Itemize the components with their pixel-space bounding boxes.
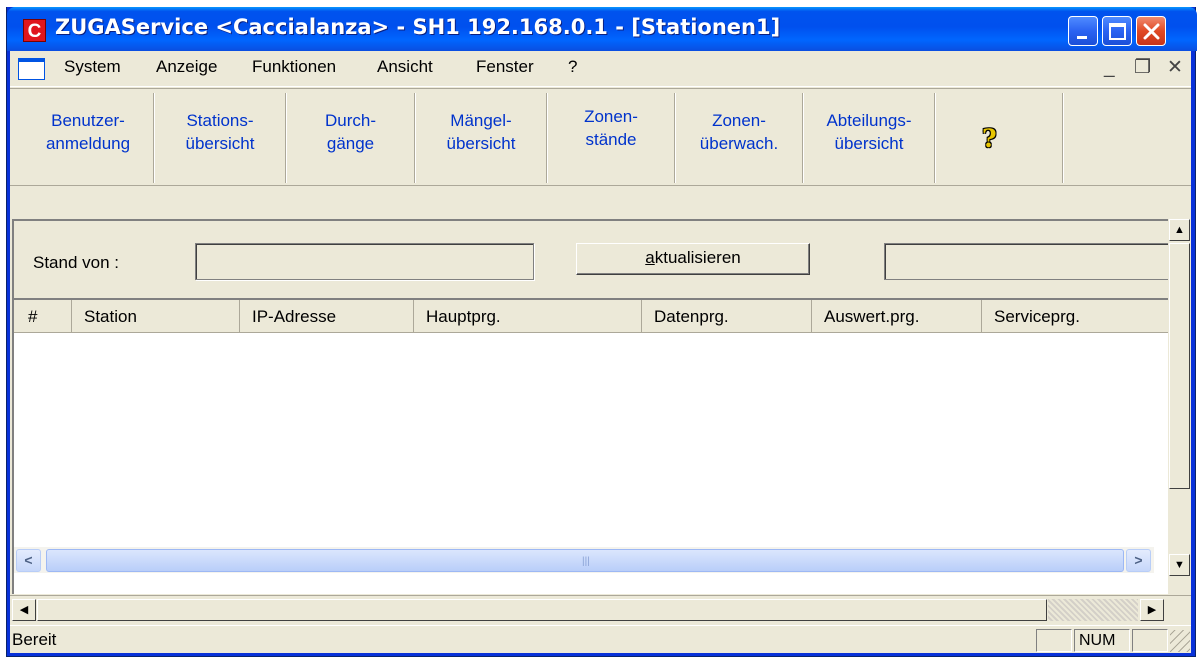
horizontal-scroll-thumb[interactable] [37,599,1047,621]
toolbar-separator [285,93,287,183]
table-header: # Station IP-Adresse Hauptprg. Datenprg.… [14,300,1169,333]
mdi-minimize-icon[interactable]: _ [1104,56,1115,80]
maximize-button[interactable] [1102,16,1132,46]
status-pane-caps [1036,629,1072,652]
status-pane-num: NUM [1074,629,1130,652]
toolbar-stationsuebersicht-button[interactable]: Stations- übersicht [156,97,284,179]
column-header-ip[interactable]: IP-Adresse [240,300,414,333]
status-bar: Bereit NUM [10,625,1191,653]
scroll-left-arrow-icon[interactable]: ◀ [12,599,36,621]
toolbar-button-label: überwach. [699,134,779,153]
close-button[interactable] [1136,16,1166,46]
toolbar-button-label: Zonen- [584,107,638,126]
status-text: Bereit [12,630,57,649]
toolbar-button-label: anmeldung [45,134,131,153]
toolbar-button-label: Zonen- [712,111,766,130]
toolbar-separator [674,93,676,183]
toolbar-durchgaenge-button[interactable]: Durch- gänge [288,97,413,179]
status-field [884,243,1169,280]
maximize-icon [1109,23,1126,40]
minimize-icon [1077,36,1087,39]
column-header-station[interactable]: Station [72,300,240,333]
vertical-scrollbar[interactable]: ▲ ▼ [1168,219,1191,617]
menu-fenster[interactable]: Fenster [476,57,534,77]
column-header-hauptprg[interactable]: Hauptprg. [414,300,642,333]
toolbar-button-label: Stations- [186,111,254,130]
close-icon [1143,23,1160,40]
scroll-right-icon[interactable]: > [1126,549,1151,572]
table-horizontal-scrollbar[interactable]: < ||| > [14,546,1154,573]
horizontal-scrollbar[interactable]: ◀ ▶ [10,595,1191,623]
toolbar-benutzeranmeldung-button[interactable]: Benutzer- anmeldung [24,97,152,179]
toolbar-separator [1062,93,1064,183]
document-icon[interactable] [18,58,45,80]
toolbar-button-label: Abteilungs- [826,111,912,130]
toolbar-button-label: gänge [326,134,375,153]
menu-bar: System Anzeige Funktionen Ansicht Fenste… [10,51,1191,87]
stations-table[interactable]: # Station IP-Adresse Hauptprg. Datenprg.… [14,298,1169,594]
toolbar-button-label: Durch- [324,111,376,130]
toolbar-separator [934,93,936,183]
aktualisieren-button[interactable]: aktualisieren [576,243,810,275]
stand-von-field [195,243,534,280]
scroll-up-icon[interactable]: ▲ [1169,219,1190,241]
app-window: C ZUGAService <Caccialanza> - SH1 192.16… [6,7,1197,657]
menu-funktionen[interactable]: Funktionen [252,57,336,77]
toolbar-zonenueberwachung-button[interactable]: Zonen- überwach. [677,97,801,179]
toolbar-button-label: Benutzer- [51,111,125,130]
toolbar-separator [153,93,155,183]
toolbar-button-label: übersicht [834,134,904,153]
column-header-number[interactable]: # [14,300,72,333]
vertical-scroll-thumb[interactable] [1169,243,1190,489]
window-title: ZUGAService <Caccialanza> - SH1 192.168.… [55,15,781,39]
title-bar[interactable]: C ZUGAService <Caccialanza> - SH1 192.16… [7,7,1197,51]
mdi-restore-icon[interactable]: ❐ [1134,56,1151,80]
menu-anzeige[interactable]: Anzeige [156,57,217,77]
client-area: System Anzeige Funktionen Ansicht Fenste… [10,51,1191,653]
toolbar-button-label: übersicht [446,134,516,153]
minimize-button[interactable] [1068,16,1098,46]
scroll-track[interactable] [1048,599,1138,621]
aktualisieren-mnemonic: a [645,248,655,267]
table-scroll-thumb[interactable]: ||| [46,549,1124,572]
app-logo-icon[interactable]: C [23,19,46,42]
resize-grip-icon[interactable] [1170,630,1190,652]
scroll-left-icon[interactable]: < [16,549,41,572]
toolbar-separator [546,93,548,183]
menu-help[interactable]: ? [568,57,577,77]
status-pane-scroll [1132,629,1168,652]
mdi-close-icon[interactable]: ✕ [1167,56,1183,80]
toolbar-maengeluebersicht-button[interactable]: Mängel- übersicht [417,97,545,179]
stand-von-label: Stand von : [33,253,120,272]
grip-icon: ||| [582,556,590,567]
toolbar-button-label: übersicht [185,134,255,153]
toolbar-separator [414,93,416,183]
toolbar-separator [802,93,804,183]
column-header-datenprg[interactable]: Datenprg. [642,300,812,333]
scroll-down-icon[interactable]: ▼ [1169,554,1190,576]
toolbar-zonenstaende-button[interactable]: Zonen- stände [549,97,673,179]
aktualisieren-label: ktualisieren [654,248,741,267]
column-header-serviceprg[interactable]: Serviceprg. [982,300,1169,333]
stations-form: Stand von : aktualisieren # Station IP-A… [12,219,1169,594]
table-body[interactable] [14,333,1169,543]
toolbar-button-label: stände [585,130,637,149]
help-icon[interactable]: ? [982,124,997,153]
menu-ansicht[interactable]: Ansicht [377,57,433,77]
toolbar-button-label: Mängel- [450,111,512,130]
menu-system[interactable]: System [64,57,121,77]
column-header-auswertprg[interactable]: Auswert.prg. [812,300,982,333]
scroll-right-arrow-icon[interactable]: ▶ [1140,599,1164,621]
toolbar-abteilungsuebersicht-button[interactable]: Abteilungs- übersicht [805,97,933,179]
toolbar: Benutzer- anmeldung Stations- übersicht … [10,88,1191,186]
